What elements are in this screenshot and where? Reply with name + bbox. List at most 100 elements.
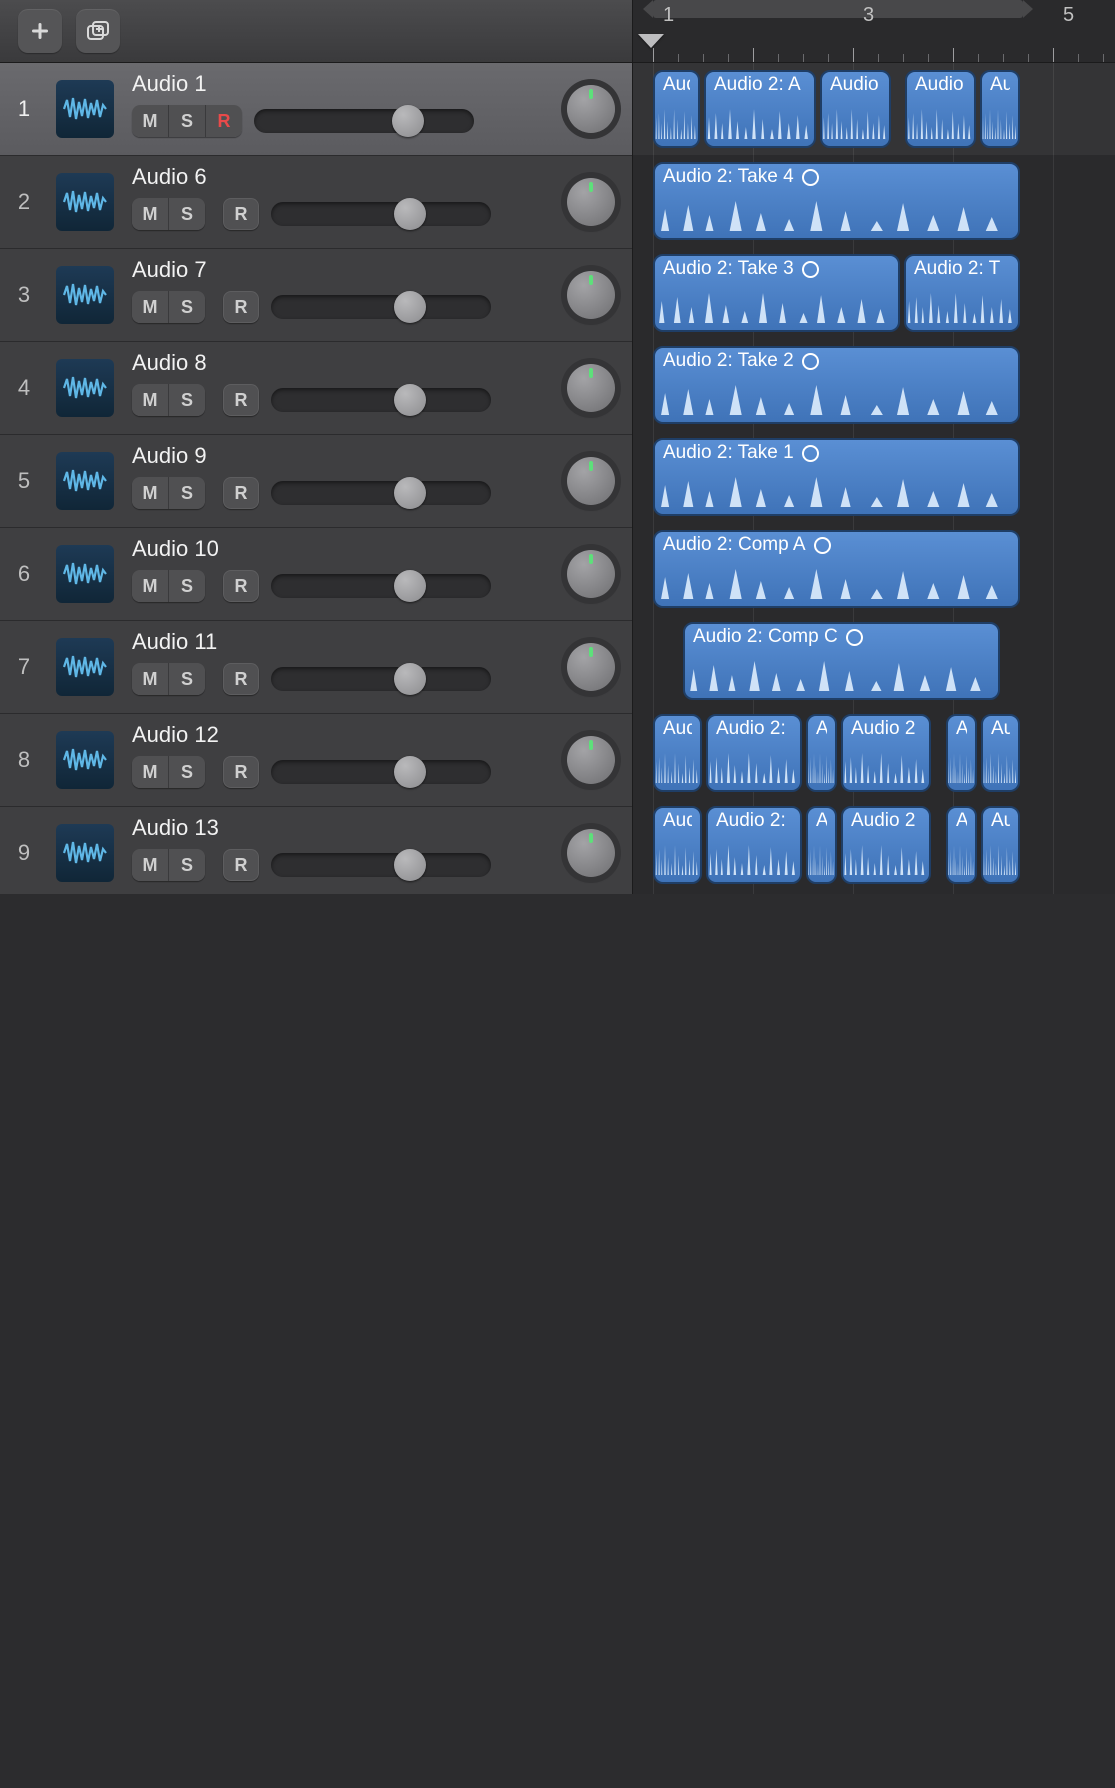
track-header-row[interactable]: 6 Audio 10 M S R bbox=[0, 528, 632, 621]
track-icon-cell[interactable] bbox=[48, 435, 122, 527]
track-name[interactable]: Audio 7 bbox=[132, 257, 544, 287]
audio-region[interactable]: A bbox=[806, 806, 837, 884]
track-icon-cell[interactable] bbox=[48, 156, 122, 248]
pan-knob[interactable] bbox=[567, 85, 615, 133]
track-icon-cell[interactable] bbox=[48, 342, 122, 434]
volume-slider-thumb[interactable] bbox=[394, 291, 426, 323]
track-name[interactable]: Audio 10 bbox=[132, 536, 544, 566]
cycle-region-start-cap[interactable] bbox=[643, 0, 653, 18]
mute-button[interactable]: M bbox=[132, 756, 169, 788]
track-icon-cell[interactable] bbox=[48, 621, 122, 713]
volume-slider[interactable] bbox=[271, 291, 491, 323]
pan-knob[interactable] bbox=[567, 550, 615, 598]
duplicate-track-button[interactable] bbox=[76, 9, 120, 53]
audio-region[interactable]: Audio 2: Take 2 bbox=[653, 346, 1020, 424]
volume-slider[interactable] bbox=[254, 105, 474, 137]
solo-button[interactable]: S bbox=[169, 849, 205, 881]
track-icon-cell[interactable] bbox=[48, 807, 122, 894]
audio-region[interactable]: Audio 2: Take 3 bbox=[653, 254, 900, 332]
track-name[interactable]: Audio 6 bbox=[132, 164, 544, 194]
track-name[interactable]: Audio 13 bbox=[132, 815, 544, 845]
mute-button[interactable]: M bbox=[132, 849, 169, 881]
pan-knob[interactable] bbox=[567, 178, 615, 226]
mute-button[interactable]: M bbox=[132, 198, 169, 230]
volume-slider-thumb[interactable] bbox=[394, 570, 426, 602]
track-header-row[interactable]: 1 Audio 1 M S R bbox=[0, 63, 632, 156]
pan-knob[interactable] bbox=[567, 643, 615, 691]
record-enable-button[interactable]: R bbox=[223, 198, 259, 230]
mute-button[interactable]: M bbox=[132, 384, 169, 416]
solo-button[interactable]: S bbox=[169, 198, 205, 230]
track-icon-cell[interactable] bbox=[48, 714, 122, 806]
ruler[interactable]: 1 3 5 bbox=[632, 0, 1115, 62]
track-name[interactable]: Audio 9 bbox=[132, 443, 544, 473]
volume-slider[interactable] bbox=[271, 570, 491, 602]
volume-slider[interactable] bbox=[271, 756, 491, 788]
audio-region[interactable]: Audio 2: bbox=[706, 714, 802, 792]
solo-button[interactable]: S bbox=[169, 663, 205, 695]
track-header-row[interactable]: 3 Audio 7 M S R bbox=[0, 249, 632, 342]
mute-button[interactable]: M bbox=[132, 663, 169, 695]
solo-button[interactable]: S bbox=[169, 477, 205, 509]
track-name[interactable]: Audio 8 bbox=[132, 350, 544, 380]
cycle-region-end-cap[interactable] bbox=[1023, 0, 1033, 18]
audio-region[interactable]: A bbox=[946, 714, 977, 792]
volume-slider-thumb[interactable] bbox=[394, 663, 426, 695]
track-name[interactable]: Audio 12 bbox=[132, 722, 544, 752]
volume-slider-thumb[interactable] bbox=[394, 198, 426, 230]
audio-region[interactable]: Audio 2: Comp C bbox=[683, 622, 1000, 700]
volume-slider[interactable] bbox=[271, 477, 491, 509]
record-enable-button[interactable]: R bbox=[223, 384, 259, 416]
volume-slider[interactable] bbox=[271, 849, 491, 881]
volume-slider-thumb[interactable] bbox=[394, 756, 426, 788]
volume-slider[interactable] bbox=[271, 384, 491, 416]
audio-region[interactable]: Audio 2: Take 4 bbox=[653, 162, 1020, 240]
mute-button[interactable]: M bbox=[132, 105, 169, 137]
volume-slider-thumb[interactable] bbox=[394, 477, 426, 509]
pan-knob[interactable] bbox=[567, 736, 615, 784]
solo-button[interactable]: S bbox=[169, 105, 206, 137]
record-enable-button[interactable]: R bbox=[206, 105, 242, 137]
solo-button[interactable]: S bbox=[169, 384, 205, 416]
volume-slider-thumb[interactable] bbox=[394, 384, 426, 416]
audio-region[interactable]: Audio 2 bbox=[841, 806, 931, 884]
volume-slider[interactable] bbox=[271, 663, 491, 695]
audio-region[interactable]: Audio 2: T bbox=[904, 254, 1020, 332]
track-name[interactable]: Audio 11 bbox=[132, 629, 544, 659]
audio-region[interactable]: Audio 2: bbox=[706, 806, 802, 884]
audio-region[interactable]: Au bbox=[980, 70, 1020, 148]
track-header-row[interactable]: 2 Audio 6 M S R bbox=[0, 156, 632, 249]
track-header-row[interactable]: 9 Audio 13 M S R bbox=[0, 807, 632, 894]
audio-region[interactable]: Audio bbox=[905, 70, 976, 148]
audio-region[interactable]: A bbox=[806, 714, 837, 792]
audio-region[interactable]: Audio bbox=[820, 70, 891, 148]
audio-region[interactable]: Aud bbox=[653, 70, 700, 148]
audio-region[interactable]: Aud bbox=[653, 714, 702, 792]
mute-button[interactable]: M bbox=[132, 477, 169, 509]
track-icon-cell[interactable] bbox=[48, 63, 122, 155]
cycle-region[interactable] bbox=[653, 0, 1023, 18]
pan-knob[interactable] bbox=[567, 457, 615, 505]
mute-button[interactable]: M bbox=[132, 570, 169, 602]
audio-region[interactable]: Audio 2: A bbox=[704, 70, 816, 148]
pan-knob[interactable] bbox=[567, 271, 615, 319]
audio-region[interactable]: A bbox=[946, 806, 977, 884]
record-enable-button[interactable]: R bbox=[223, 756, 259, 788]
track-name[interactable]: Audio 1 bbox=[132, 71, 544, 101]
track-header-row[interactable]: 4 Audio 8 M S R bbox=[0, 342, 632, 435]
audio-region[interactable]: Audio 2 bbox=[841, 714, 931, 792]
record-enable-button[interactable]: R bbox=[223, 570, 259, 602]
mute-button[interactable]: M bbox=[132, 291, 169, 323]
volume-slider[interactable] bbox=[271, 198, 491, 230]
record-enable-button[interactable]: R bbox=[223, 291, 259, 323]
track-icon-cell[interactable] bbox=[48, 528, 122, 620]
audio-region[interactable]: Au bbox=[981, 714, 1020, 792]
solo-button[interactable]: S bbox=[169, 570, 205, 602]
track-header-row[interactable]: 8 Audio 12 M S R bbox=[0, 714, 632, 807]
solo-button[interactable]: S bbox=[169, 756, 205, 788]
record-enable-button[interactable]: R bbox=[223, 849, 259, 881]
arrange-area[interactable]: Aud Audio 2: A Audio Audio A bbox=[633, 63, 1115, 894]
solo-button[interactable]: S bbox=[169, 291, 205, 323]
track-icon-cell[interactable] bbox=[48, 249, 122, 341]
add-track-button[interactable] bbox=[18, 9, 62, 53]
